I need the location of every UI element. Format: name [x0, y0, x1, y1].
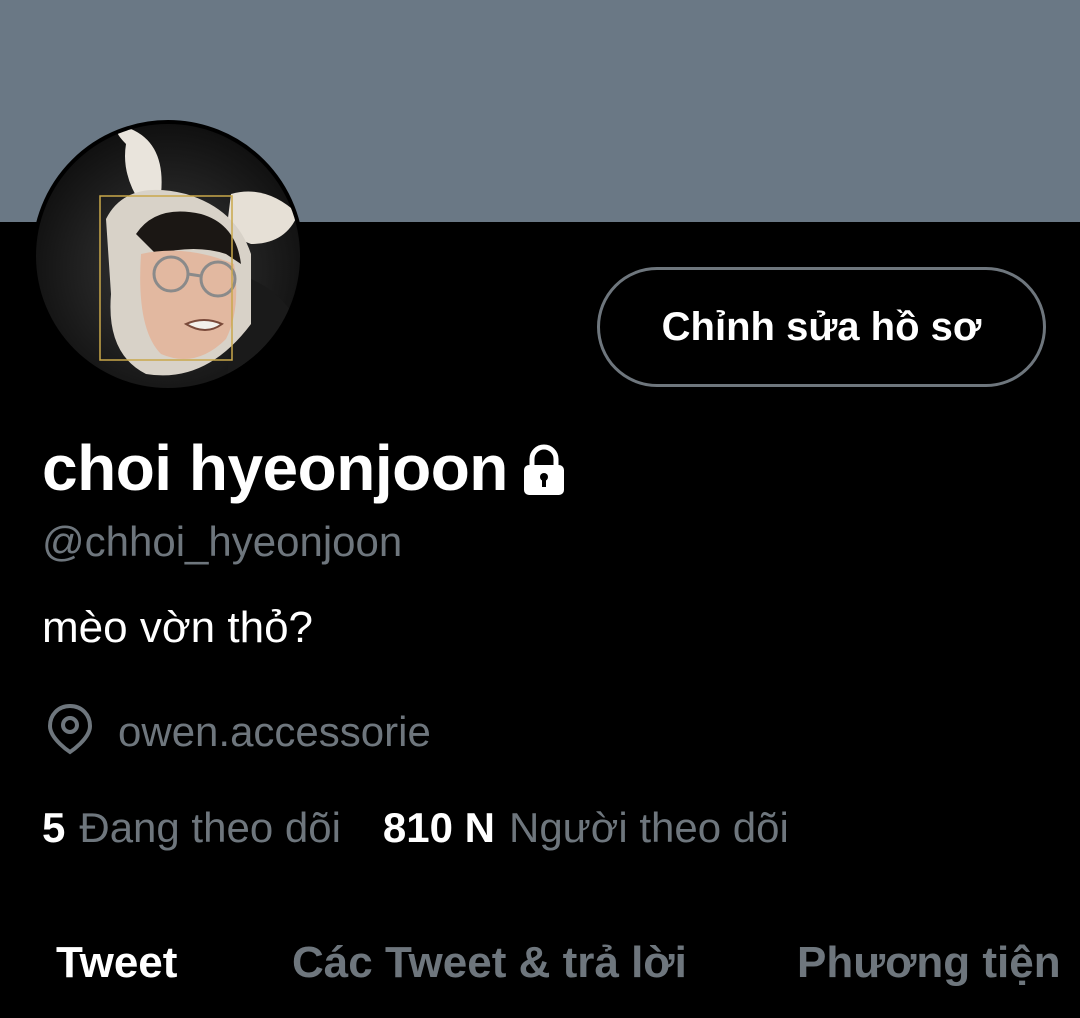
- profile-tabs: Tweet Các Tweet & trả lời Phương tiện: [0, 930, 1080, 1000]
- following-count: 5: [42, 804, 66, 851]
- following-stat[interactable]: 5 Đang theo dõi: [42, 802, 341, 854]
- lock-icon: [516, 441, 572, 502]
- location-pin-icon: [46, 702, 94, 761]
- tab-media[interactable]: Phương tiện: [797, 930, 1061, 996]
- tab-tweets[interactable]: Tweet: [56, 930, 177, 996]
- followers-stat[interactable]: 810 N Người theo dõi: [383, 802, 789, 854]
- profile-bio: mèo vờn thỏ?: [42, 603, 314, 652]
- follow-stats: 5 Đang theo dõi 810 N Người theo dõi: [42, 802, 789, 854]
- edit-profile-button[interactable]: Chỉnh sửa hồ sơ: [597, 267, 1046, 387]
- avatar-photo: [36, 124, 300, 388]
- followers-label: Người theo dõi: [508, 804, 789, 851]
- followers-count: 810 N: [382, 804, 495, 851]
- profile-location: owen.accessorie: [46, 702, 431, 761]
- location-text: owen.accessorie: [118, 707, 431, 755]
- profile-page: Chỉnh sửa hồ sơ choi hyeonjoon @chhoi_hy…: [0, 0, 1080, 1018]
- tab-tweets-and-replies[interactable]: Các Tweet & trả lời: [292, 930, 687, 996]
- display-name-row: choi hyeonjoon: [42, 428, 572, 508]
- following-label: Đang theo dõi: [79, 804, 341, 851]
- display-name: choi hyeonjoon: [42, 432, 508, 504]
- profile-handle: @chhoi_hyeonjoon: [42, 518, 403, 565]
- profile-avatar[interactable]: [32, 120, 304, 392]
